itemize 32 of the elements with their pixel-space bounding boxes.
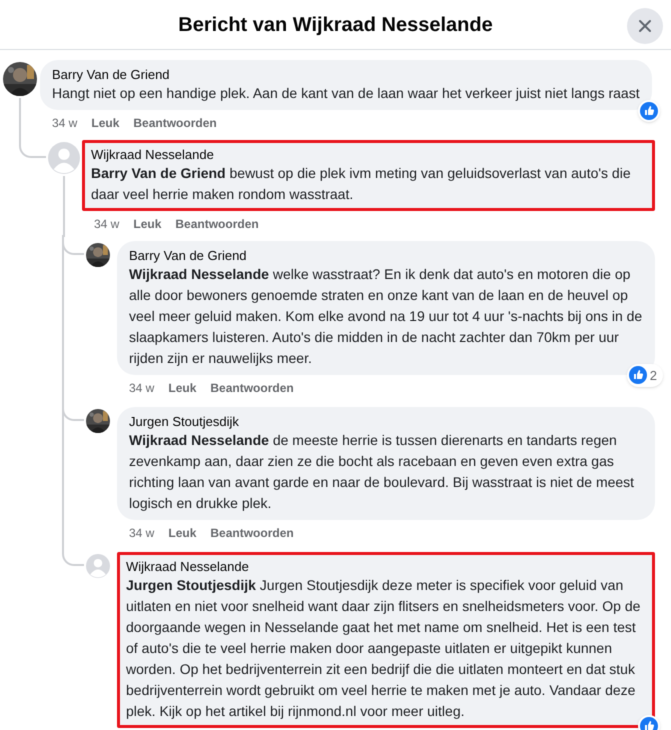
reaction-badge[interactable]: 2: [626, 364, 663, 387]
comment-author[interactable]: Jurgen Stoutjesdijk: [129, 413, 643, 430]
comment-time: 34 w: [129, 525, 154, 542]
comment-author[interactable]: Barry Van de Griend: [52, 66, 640, 83]
thumbs-up-icon: [628, 366, 647, 384]
comment-time: 34 w: [52, 115, 78, 132]
close-icon: [638, 19, 652, 33]
comment-time: 34 w: [129, 380, 154, 397]
dialog-title: Bericht van Wijkraad Nesselande: [178, 12, 493, 38]
comment-action[interactable]: Leuk: [168, 524, 196, 542]
comment-action[interactable]: Beantwoorden: [210, 379, 294, 397]
comment-time: 34 w: [94, 216, 120, 233]
thumbs-up-icon: [640, 717, 658, 730]
comment-author[interactable]: Wijkraad Nesselande: [91, 146, 646, 163]
reaction-count: 2: [650, 366, 658, 384]
comment-action[interactable]: Leuk: [133, 215, 162, 233]
avatar-icon: [86, 554, 110, 578]
close-button[interactable]: [627, 8, 663, 44]
comment-author[interactable]: Wijkraad Nesselande: [126, 558, 646, 575]
comment-action[interactable]: Beantwoorden: [210, 524, 294, 542]
comment-action[interactable]: Beantwoorden: [133, 114, 217, 132]
thumbs-up-icon: [640, 102, 658, 120]
comment-text: Hangt niet op een handige plek. Aan de kant van de laan waar het verkeer juist niet langs raast: [52, 84, 640, 103]
reaction-badge[interactable]: [638, 100, 660, 122]
comment-action[interactable]: Leuk: [168, 379, 196, 397]
comment-action[interactable]: Leuk: [91, 114, 120, 132]
comment-text: Wijkraad Nesselande de meeste herrie is tussen dierenarts en tandarts regen zevenkamp aan, daar zien ze die bocht als racebaan en geven even extra gas richting laan van avant garde en naar de boulevard. Bij wasstraat is niet de meest logisch en drukke plek.: [129, 431, 636, 513]
comment-author[interactable]: Barry Van de Griend: [129, 247, 643, 264]
comment-text: Jurgen Stoutjesdijk Jurgen Stoutjesdijk deze meter is specifiek voor geluid van uitlaten en niet voor snelheid want daar zijn flitsers en snelheidsmeters voor. Op de doorgaande wegen in Nesselande gaat het met name om snelheid. Het is een test of auto's die te veel herrie maken door aangepaste uitlaten er uitgepikt kunnen worden. Op het bedrijventerrein zit een bedrijf die die uitlaten monteert en dat stuk bedrijventerrein wordt gebruikt om veel herrie te maken met je auto. Vandaar deze plek. Kijk op het artikel bij rijnmond.nl voor meer uitleg.: [126, 576, 642, 721]
comment-text: Barry Van de Griend bewust op die plek ivm meting van geluidsoverlast van auto's die daar veel herrie maken rondom wasstraat.: [91, 164, 632, 204]
comment-action[interactable]: Beantwoorden: [175, 215, 259, 233]
avatar-icon: [48, 142, 80, 174]
